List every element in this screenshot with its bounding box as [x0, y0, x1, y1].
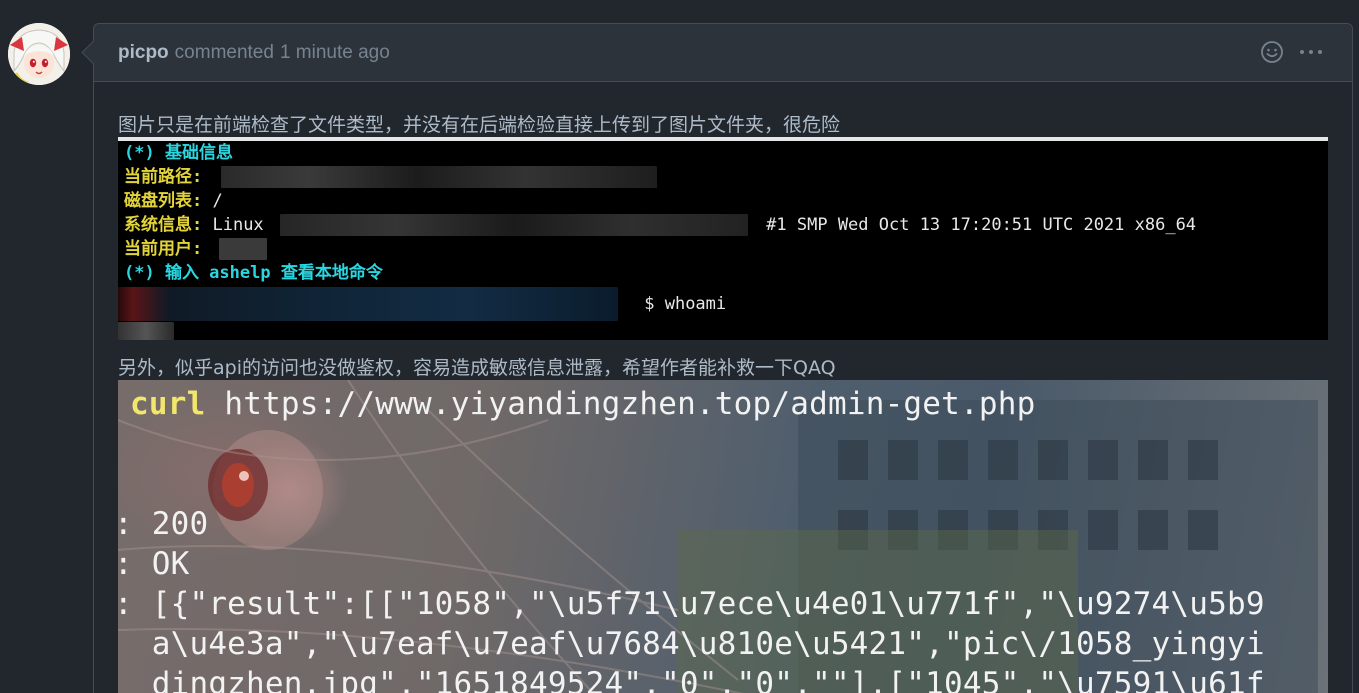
anime-avatar-image — [8, 23, 70, 85]
terminal-line-help: (*) 输入 ashelp 查看本地命令 — [124, 263, 383, 283]
terminal-line-prompt: $ whoami — [118, 287, 726, 321]
comment-paragraph-1: 图片只是在前端检查了文件类型，并没有在后端检验直接上传到了图片文件夹，很危险 — [118, 114, 841, 136]
curl-url: https://www.yiyandingzhen.top/admin-get.… — [224, 386, 1036, 422]
redacted-prompt — [118, 287, 618, 321]
comment-header-actions — [1260, 40, 1324, 70]
kebab-icon[interactable] — [1298, 40, 1324, 70]
comment-author[interactable]: picpo — [118, 42, 169, 64]
terminal-line-path: 当前路径: — [124, 165, 657, 189]
terminal-line-output — [118, 319, 174, 343]
curl-status: : 200 — [118, 506, 209, 542]
comment-action: commented — [174, 41, 274, 63]
redacted-output — [118, 322, 174, 340]
comment-card: picpo commented 1 minute ago 图片只是在前端检查了文… — [93, 23, 1353, 693]
comment-paragraph-2: 另外，似乎api的访问也没做鉴权，容易造成敏感信息泄露，希望作者能补救一下QAQ — [118, 357, 836, 379]
redacted-user — [218, 238, 267, 260]
smiley-icon[interactable] — [1260, 40, 1284, 70]
terminal-sys-tail: #1 SMP Wed Oct 13 17:20:51 UTC 2021 x86_… — [766, 215, 1197, 235]
curl-screenshot: curl https://www.yiyandingzhen.top/admin… — [118, 380, 1328, 693]
comment-header: picpo commented 1 minute ago — [94, 24, 1352, 82]
terminal-line-disk: 磁盘列表: / — [124, 189, 223, 213]
terminal-screenshot: (*) 基础信息 当前路径: 磁盘列表: / 系统信息: Linux #1 SM… — [118, 137, 1328, 340]
terminal-prompt-command: $ whoami — [644, 294, 727, 314]
terminal-path-label: 当前路径: — [124, 167, 203, 187]
terminal-user-label: 当前用户: — [124, 239, 203, 259]
curl-keyword: curl — [130, 386, 206, 422]
terminal-sys-label: 系统信息: — [124, 215, 203, 235]
terminal-line-info: (*) 基础信息 — [124, 143, 233, 163]
terminal-disk-value: / — [202, 191, 223, 211]
curl-reason: : OK — [118, 546, 190, 582]
curl-body-line-2: a\u4e3a","\u7eaf\u7eaf\u7684\u810e\u5421… — [118, 626, 1265, 662]
comment-timestamp[interactable]: 1 minute ago — [280, 42, 390, 64]
avatar[interactable] — [8, 23, 70, 85]
curl-body-line-3: dingzhen.jpg","1651849524","0","0",""],[… — [118, 666, 1265, 693]
curl-command: curl https://www.yiyandingzhen.top/admin… — [130, 386, 1035, 422]
terminal-line-system: 系统信息: Linux #1 SMP Wed Oct 13 17:20:51 U… — [124, 213, 1196, 237]
terminal-disk-label: 磁盘列表: — [124, 191, 203, 211]
redacted-path — [220, 166, 657, 188]
redacted-kernel — [279, 214, 748, 236]
terminal-sys-value: Linux — [202, 215, 264, 235]
terminal-line-user: 当前用户: — [124, 237, 267, 261]
curl-body-line-1: : [{"result":[["1058","\u5f71\u7ece\u4e0… — [118, 586, 1265, 622]
